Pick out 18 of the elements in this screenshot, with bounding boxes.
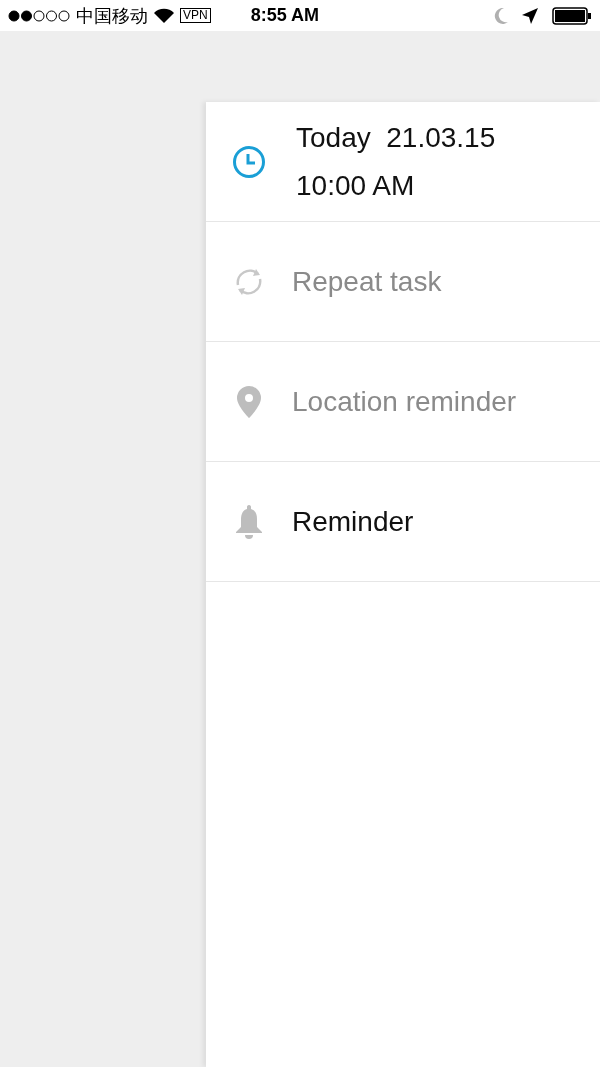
option-label: Repeat task (292, 264, 442, 299)
signal-icon (8, 9, 70, 22)
option-row[interactable]: Reminder (206, 462, 600, 582)
option-label: Reminder (292, 504, 414, 539)
bell-icon (234, 504, 264, 539)
battery-icon (552, 6, 592, 25)
vpn-badge: VPN (180, 8, 211, 23)
clock-icon (232, 144, 266, 179)
option-label: 10:00 AM (296, 168, 416, 203)
map-pin-icon (237, 385, 261, 418)
status-time: 8:55 AM (250, 5, 320, 26)
option-label: Location reminder (292, 384, 517, 419)
moon-icon (494, 7, 508, 24)
carrier-name: 中国移动 (76, 4, 148, 28)
location-arrow-icon (522, 7, 538, 24)
wifi-icon (154, 8, 174, 23)
option-label: Today 21.03.15 (296, 120, 496, 155)
option-row[interactable]: Today 21.03.15 10:00 AM (206, 102, 600, 222)
